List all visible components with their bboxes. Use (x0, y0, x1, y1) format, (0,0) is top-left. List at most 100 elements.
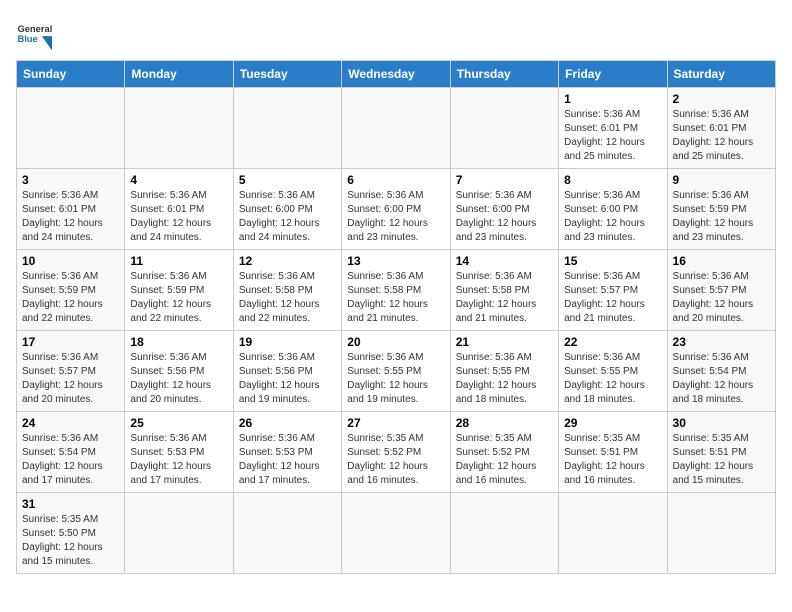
calendar-cell: 21 Sunrise: 5:36 AM Sunset: 5:55 PM Dayli… (450, 331, 558, 412)
day-info: Sunrise: 5:36 AM Sunset: 5:55 PM Dayligh… (456, 351, 553, 407)
day-info: Sunrise: 5:36 AM Sunset: 5:54 PM Dayligh… (22, 432, 119, 488)
day-number: 22 (564, 335, 661, 349)
day-info: Sunrise: 5:36 AM Sunset: 5:58 PM Dayligh… (347, 270, 444, 326)
day-number: 26 (239, 416, 336, 430)
calendar-cell: 22 Sunrise: 5:36 AM Sunset: 5:55 PM Dayli… (559, 331, 667, 412)
calendar-cell (667, 493, 775, 574)
day-info: Sunrise: 5:36 AM Sunset: 5:57 PM Dayligh… (564, 270, 661, 326)
day-info: Sunrise: 5:36 AM Sunset: 5:57 PM Dayligh… (673, 270, 770, 326)
calendar-table: SundayMondayTuesdayWednesdayThursdayFrid… (16, 60, 776, 574)
day-number: 31 (22, 497, 119, 511)
day-number: 23 (673, 335, 770, 349)
calendar-day-header-saturday: Saturday (667, 61, 775, 88)
calendar-day-header-wednesday: Wednesday (342, 61, 450, 88)
day-number: 11 (130, 254, 227, 268)
calendar-cell: 30 Sunrise: 5:35 AM Sunset: 5:51 PM Dayli… (667, 412, 775, 493)
day-info: Sunrise: 5:36 AM Sunset: 6:00 PM Dayligh… (347, 189, 444, 245)
day-number: 10 (22, 254, 119, 268)
day-info: Sunrise: 5:35 AM Sunset: 5:50 PM Dayligh… (22, 513, 119, 569)
generalblue-logo-icon: General Blue (16, 16, 52, 52)
day-number: 5 (239, 173, 336, 187)
svg-text:Blue: Blue (17, 34, 37, 44)
calendar-cell: 31 Sunrise: 5:35 AM Sunset: 5:50 PM Dayli… (17, 493, 125, 574)
calendar-cell (233, 493, 341, 574)
calendar-cell: 28 Sunrise: 5:35 AM Sunset: 5:52 PM Dayli… (450, 412, 558, 493)
calendar-cell: 17Sunrise: 5:36 AM Sunset: 5:57 PM Dayli… (17, 331, 125, 412)
calendar-cell: 1Sunrise: 5:36 AM Sunset: 6:01 PM Daylig… (559, 88, 667, 169)
day-number: 20 (347, 335, 444, 349)
calendar-cell: 10 Sunrise: 5:36 AM Sunset: 5:59 PM Dayli… (17, 250, 125, 331)
day-info: Sunrise: 5:35 AM Sunset: 5:51 PM Dayligh… (673, 432, 770, 488)
calendar-day-header-monday: Monday (125, 61, 233, 88)
calendar-cell: 24 Sunrise: 5:36 AM Sunset: 5:54 PM Dayli… (17, 412, 125, 493)
day-number: 24 (22, 416, 119, 430)
calendar-cell: 9Sunrise: 5:36 AM Sunset: 5:59 PM Daylig… (667, 169, 775, 250)
day-info: Sunrise: 5:36 AM Sunset: 5:58 PM Dayligh… (456, 270, 553, 326)
day-info: Sunrise: 5:36 AM Sunset: 6:01 PM Dayligh… (673, 108, 770, 164)
day-number: 25 (130, 416, 227, 430)
calendar-cell: 8Sunrise: 5:36 AM Sunset: 6:00 PM Daylig… (559, 169, 667, 250)
day-info: Sunrise: 5:36 AM Sunset: 6:00 PM Dayligh… (239, 189, 336, 245)
calendar-week-row: 24 Sunrise: 5:36 AM Sunset: 5:54 PM Dayli… (17, 412, 776, 493)
day-number: 3 (22, 173, 119, 187)
calendar-cell: 20Sunrise: 5:36 AM Sunset: 5:55 PM Dayli… (342, 331, 450, 412)
day-info: Sunrise: 5:36 AM Sunset: 5:56 PM Dayligh… (130, 351, 227, 407)
day-info: Sunrise: 5:36 AM Sunset: 5:58 PM Dayligh… (239, 270, 336, 326)
day-info: Sunrise: 5:35 AM Sunset: 5:52 PM Dayligh… (456, 432, 553, 488)
day-info: Sunrise: 5:36 AM Sunset: 6:01 PM Dayligh… (22, 189, 119, 245)
calendar-cell: 13 Sunrise: 5:36 AM Sunset: 5:58 PM Dayli… (342, 250, 450, 331)
day-info: Sunrise: 5:36 AM Sunset: 5:56 PM Dayligh… (239, 351, 336, 407)
day-number: 19 (239, 335, 336, 349)
day-number: 28 (456, 416, 553, 430)
calendar-day-header-thursday: Thursday (450, 61, 558, 88)
calendar-cell: 5 Sunrise: 5:36 AM Sunset: 6:00 PM Daylig… (233, 169, 341, 250)
calendar-cell (342, 88, 450, 169)
day-number: 16 (673, 254, 770, 268)
day-number: 13 (347, 254, 444, 268)
day-info: Sunrise: 5:36 AM Sunset: 5:54 PM Dayligh… (673, 351, 770, 407)
calendar-week-row: 17Sunrise: 5:36 AM Sunset: 5:57 PM Dayli… (17, 331, 776, 412)
calendar-cell: 7 Sunrise: 5:36 AM Sunset: 6:00 PM Daylig… (450, 169, 558, 250)
day-number: 17 (22, 335, 119, 349)
calendar-cell: 12 Sunrise: 5:36 AM Sunset: 5:58 PM Dayli… (233, 250, 341, 331)
calendar-day-header-friday: Friday (559, 61, 667, 88)
calendar-cell: 25 Sunrise: 5:36 AM Sunset: 5:53 PM Dayli… (125, 412, 233, 493)
day-info: Sunrise: 5:36 AM Sunset: 6:01 PM Dayligh… (130, 189, 227, 245)
day-info: Sunrise: 5:36 AM Sunset: 5:59 PM Dayligh… (130, 270, 227, 326)
calendar-cell: 14Sunrise: 5:36 AM Sunset: 5:58 PM Dayli… (450, 250, 558, 331)
calendar-cell (233, 88, 341, 169)
day-number: 30 (673, 416, 770, 430)
calendar-week-row: 10 Sunrise: 5:36 AM Sunset: 5:59 PM Dayli… (17, 250, 776, 331)
logo-area: General Blue (16, 16, 52, 52)
day-number: 4 (130, 173, 227, 187)
day-info: Sunrise: 5:36 AM Sunset: 5:53 PM Dayligh… (239, 432, 336, 488)
page-container: General Blue SundayMondayTuesdayWednesda… (16, 16, 776, 574)
day-number: 2 (673, 92, 770, 106)
day-number: 27 (347, 416, 444, 430)
calendar-cell: 15 Sunrise: 5:36 AM Sunset: 5:57 PM Dayli… (559, 250, 667, 331)
day-info: Sunrise: 5:35 AM Sunset: 5:52 PM Dayligh… (347, 432, 444, 488)
day-number: 18 (130, 335, 227, 349)
day-number: 6 (347, 173, 444, 187)
day-number: 15 (564, 254, 661, 268)
day-info: Sunrise: 5:36 AM Sunset: 6:00 PM Dayligh… (564, 189, 661, 245)
calendar-day-header-tuesday: Tuesday (233, 61, 341, 88)
day-info: Sunrise: 5:36 AM Sunset: 6:00 PM Dayligh… (456, 189, 553, 245)
day-info: Sunrise: 5:36 AM Sunset: 5:55 PM Dayligh… (564, 351, 661, 407)
calendar-cell (450, 88, 558, 169)
day-number: 21 (456, 335, 553, 349)
day-info: Sunrise: 5:36 AM Sunset: 5:53 PM Dayligh… (130, 432, 227, 488)
calendar-cell: 23 Sunrise: 5:36 AM Sunset: 5:54 PM Dayli… (667, 331, 775, 412)
calendar-cell (559, 493, 667, 574)
day-number: 12 (239, 254, 336, 268)
calendar-week-row: 1Sunrise: 5:36 AM Sunset: 6:01 PM Daylig… (17, 88, 776, 169)
day-info: Sunrise: 5:36 AM Sunset: 5:59 PM Dayligh… (673, 189, 770, 245)
day-number: 7 (456, 173, 553, 187)
calendar-cell: 29Sunrise: 5:35 AM Sunset: 5:51 PM Dayli… (559, 412, 667, 493)
calendar-cell (125, 493, 233, 574)
calendar-week-row: 3 Sunrise: 5:36 AM Sunset: 6:01 PM Daylig… (17, 169, 776, 250)
day-info: Sunrise: 5:36 AM Sunset: 5:59 PM Dayligh… (22, 270, 119, 326)
calendar-cell: 4 Sunrise: 5:36 AM Sunset: 6:01 PM Daylig… (125, 169, 233, 250)
calendar-cell (125, 88, 233, 169)
calendar-cell: 16 Sunrise: 5:36 AM Sunset: 5:57 PM Dayli… (667, 250, 775, 331)
